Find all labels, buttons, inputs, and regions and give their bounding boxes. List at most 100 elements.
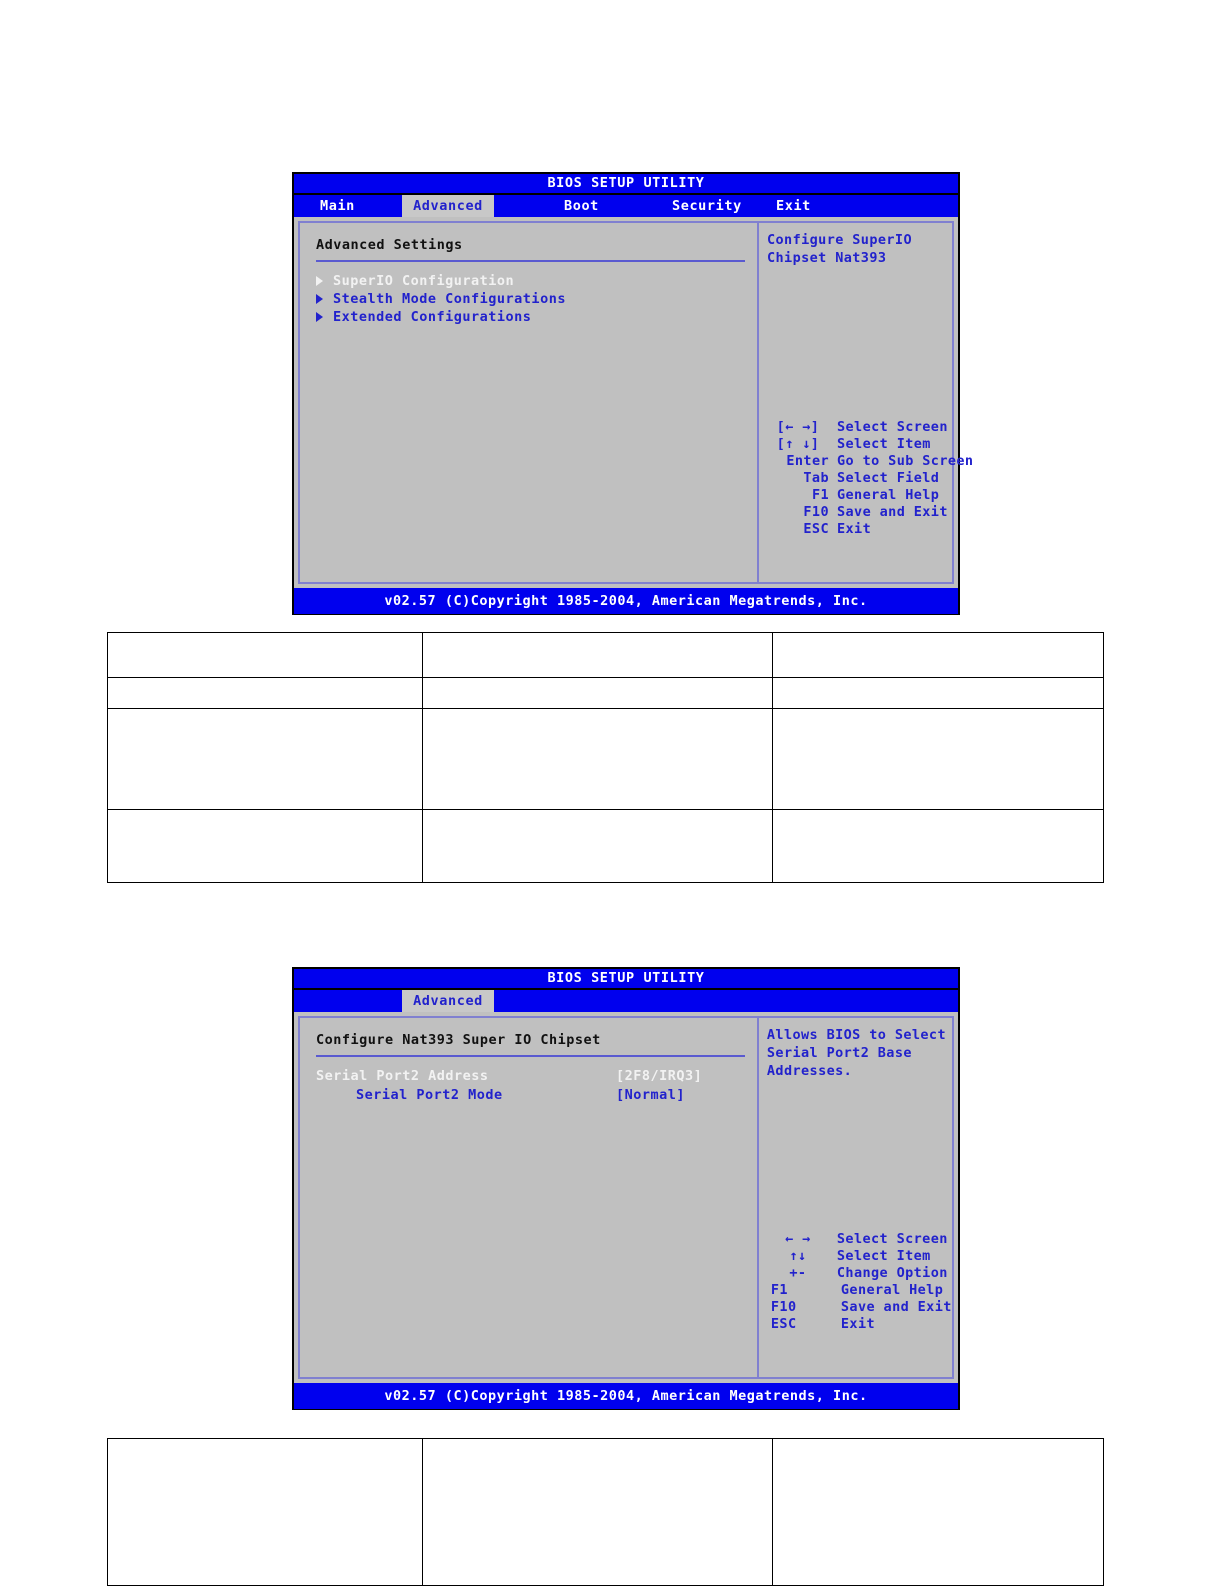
key-name: ESC [770,1316,797,1332]
bios-title-bar: BIOS SETUP UTILITY [294,969,958,990]
tab-advanced[interactable]: Advanced [402,990,494,1012]
table-cell [107,809,423,883]
menu-item-superio-configuration[interactable]: SuperIO Configuration [316,272,745,290]
table-cell [422,677,773,709]
table-cell [772,1438,1104,1586]
table-cell [422,632,773,678]
key-description: Select Screen [836,1231,948,1247]
key-description: General Help [840,1282,944,1298]
table-cell [772,677,1104,709]
menu-item-label: Extended Configurations [333,309,532,325]
menu-item-stealth-mode-configurations[interactable]: Stealth Mode Configurations [316,290,745,308]
table-cell [107,1438,423,1586]
bios-footer-copyright: v02.57 (C)Copyright 1985-2004, American … [294,588,958,614]
key-description: Save and Exit [840,1299,952,1315]
key-description: Change Option [836,1265,948,1281]
bios-main-pane: Configure Nat393 Super IO Chipset Serial… [300,1018,759,1377]
table-cell [772,708,1104,810]
heading-divider [316,1055,745,1057]
key-legend-row: +- Change Option [767,1265,952,1282]
document-table-1 [107,632,1104,883]
key-description: Exit [837,521,872,537]
key-legend-row: ESC Exit [767,521,973,538]
key-name: [← →] [776,419,820,435]
tab-advanced[interactable]: Advanced [402,195,494,217]
key-legend-row: Enter Go to Sub Screen [767,453,973,470]
bios-body: Configure Nat393 Super IO Chipset Serial… [294,1012,958,1383]
menu-item-label: SuperIO Configuration [333,273,515,289]
key-description: Save and Exit [837,504,948,520]
document-table-2 [107,1438,1104,1586]
key-description: Select Item [837,436,931,452]
key-legend-row: ESC Exit [767,1316,952,1333]
table-cell [422,809,773,883]
page-title: Advanced Settings [316,237,463,253]
table-row [107,708,1104,810]
bios-help-pane: Allows BIOS to Select Serial Port2 Base … [759,1018,952,1377]
key-legend-row: F10 Save and Exit [767,504,973,521]
bios-panes: Advanced Settings SuperIO Configuration … [298,221,973,584]
triangle-right-icon [316,294,323,304]
table-cell [422,1438,773,1586]
key-description: Exit [840,1316,876,1332]
tab-main[interactable]: Main [310,195,365,217]
bios-setup-screen-advanced: BIOS SETUP UTILITY Main Advanced Boot Se… [292,172,973,615]
key-description: Select Field [837,470,940,486]
triangle-right-icon [316,276,323,286]
table-cell [772,632,1104,678]
bios-setup-screen-superio: BIOS SETUP UTILITY Advanced Configure Na… [292,967,960,1410]
menu-item-label: Stealth Mode Configurations [333,291,566,307]
key-name: ← → [785,1231,811,1247]
tab-exit[interactable]: Exit [766,195,821,217]
key-legend-row: [↑ ↓] Select Item [767,436,973,453]
key-description: Go to Sub Screen [837,453,974,469]
key-name: Tab [803,470,829,486]
option-value[interactable]: [Normal] [616,1086,685,1105]
table-cell [107,677,423,709]
option-value[interactable]: [2F8/IRQ3] [616,1067,702,1086]
table-row [107,677,1104,709]
key-name: F10 [770,1299,797,1315]
key-legend-row: ↑↓ Select Item [767,1248,952,1265]
help-text-line-1: Configure SuperIO [767,232,912,248]
heading-divider [316,260,745,262]
help-text-line-3: Addresses. [766,1063,853,1079]
page-title: Configure Nat393 Super IO Chipset [316,1032,601,1048]
table-row [107,1438,1104,1586]
help-text-line-2: Serial Port2 Base [766,1045,912,1061]
key-description: General Help [837,487,940,503]
table-cell [422,708,773,810]
option-row-serial-port2-address[interactable]: Serial Port2 Address [2F8/IRQ3] [316,1067,745,1086]
table-cell [772,809,1104,883]
bios-main-pane: Advanced Settings SuperIO Configuration … [300,223,759,582]
help-text-line-2: Chipset Nat393 [767,250,887,266]
key-name: F1 [811,487,829,503]
option-label: Serial Port2 Address [316,1068,489,1084]
key-name: ESC [803,521,829,537]
key-name: F10 [803,504,829,520]
triangle-right-icon [316,312,323,322]
bios-title-bar: BIOS SETUP UTILITY [294,174,958,195]
menu-item-extended-configurations[interactable]: Extended Configurations [316,308,745,326]
option-label: Serial Port2 Mode [356,1087,503,1103]
bios-body: Advanced Settings SuperIO Configuration … [294,217,973,588]
key-description: Select Item [836,1248,931,1264]
key-legend-row: F1 General Help [767,1282,952,1299]
key-legend-row: [← →] Select Screen [767,419,973,436]
bios-panes: Configure Nat393 Super IO Chipset Serial… [298,1016,954,1379]
keyboard-legend: ← → Select Screen ↑↓ Select Item +- Change … [767,1231,952,1333]
key-legend-row: ← → Select Screen [767,1231,952,1248]
option-row-serial-port2-mode[interactable]: Serial Port2 Mode [Normal] [316,1086,745,1105]
table-row [107,632,1104,678]
key-legend-row: Tab Select Field [767,470,973,487]
table-cell [107,708,423,810]
tab-boot[interactable]: Boot [554,195,609,217]
key-name: [↑ ↓] [776,436,820,452]
key-name: +- [789,1265,807,1281]
key-name: Enter [786,453,829,469]
key-legend-row: F10 Save and Exit [767,1299,952,1316]
bios-tab-bar: Main Advanced Boot Security Exit [294,195,958,217]
keyboard-legend: [← →] Select Screen [↑ ↓] Select Item Ente… [767,419,973,538]
tab-security[interactable]: Security [662,195,752,217]
key-description: Select Screen [837,419,948,435]
